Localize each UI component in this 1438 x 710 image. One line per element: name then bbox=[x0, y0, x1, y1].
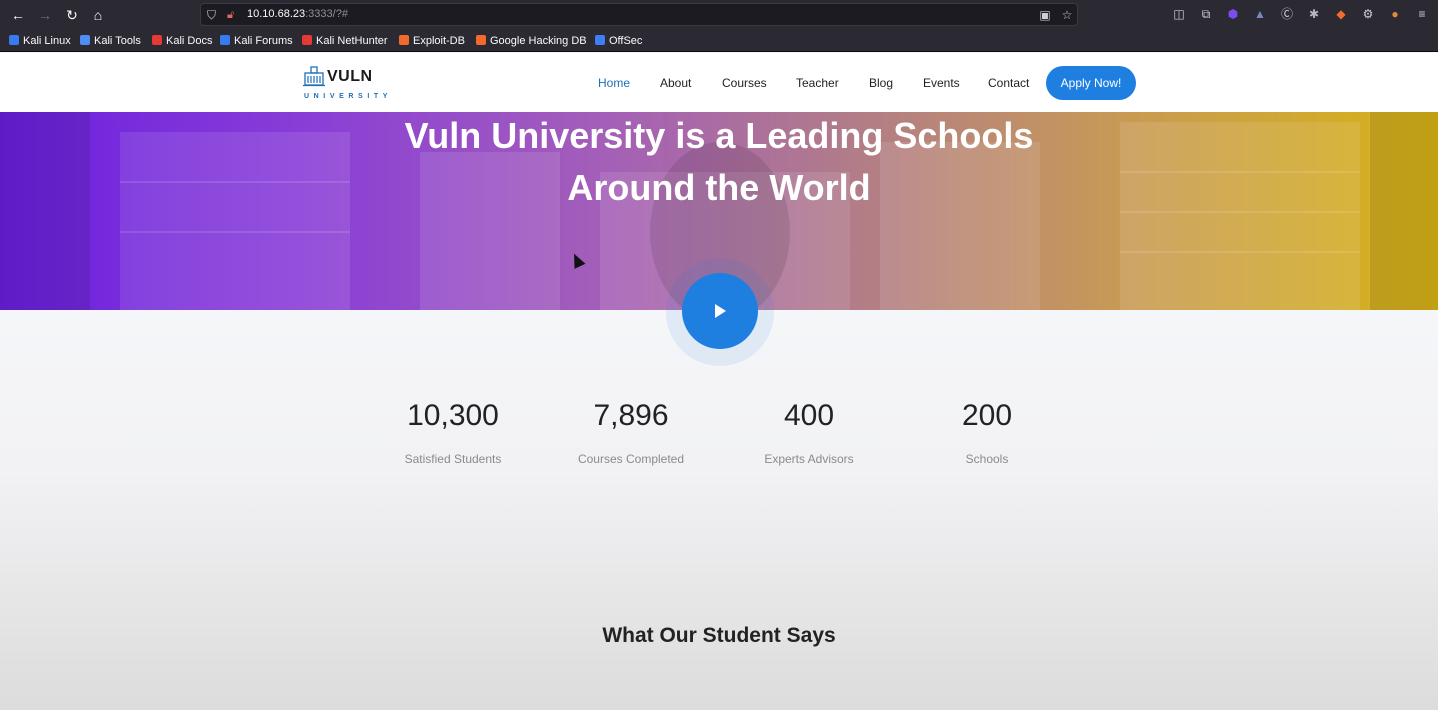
bookmark-kali-docs[interactable]: Kali Docs bbox=[152, 34, 212, 48]
play-video-button[interactable] bbox=[682, 273, 758, 349]
hero-title: Vuln University is a Leading Schools Aro… bbox=[0, 112, 1438, 214]
site-logo[interactable]: VULN UNIVERSITY bbox=[303, 63, 393, 103]
translate-icon[interactable]: ▣ bbox=[1037, 7, 1053, 23]
url-text[interactable]: 10.10.68.23:3333/?# bbox=[247, 8, 348, 20]
bookmark-label: Exploit-DB bbox=[413, 35, 465, 47]
extension-gear-icon[interactable]: ⚙ bbox=[1359, 5, 1377, 23]
ghdb-icon bbox=[476, 35, 486, 45]
bookmark-kali-nethunter[interactable]: Kali NetHunter bbox=[302, 34, 388, 48]
extension-hexagon-icon[interactable]: ⬢ bbox=[1224, 5, 1242, 23]
shield-icon[interactable]: ⛉ bbox=[207, 7, 221, 23]
bookmark-label: Kali NetHunter bbox=[316, 35, 388, 47]
back-icon[interactable]: ← bbox=[8, 5, 28, 25]
kali-forums-icon bbox=[220, 35, 230, 45]
bookmark-label: Kali Docs bbox=[166, 35, 213, 47]
stat-satisfied-students: 10,300 Satisfied Students bbox=[373, 396, 533, 466]
offsec-icon bbox=[595, 35, 605, 45]
insecure-lock-icon[interactable]: 🔓︎ bbox=[227, 7, 239, 23]
nethunter-icon bbox=[302, 35, 312, 45]
stat-number: 200 bbox=[961, 399, 1013, 432]
nav-events[interactable]: Events bbox=[923, 76, 960, 90]
bookmark-offsec[interactable]: OffSec bbox=[595, 34, 642, 48]
stat-label: Experts Advisors bbox=[764, 452, 854, 466]
logo-subtitle: UNIVERSITY bbox=[304, 93, 393, 100]
address-bar[interactable]: ⛉ 🔓︎ 10.10.68.23:3333/?# ▣ ☆ bbox=[200, 3, 1078, 26]
stats-section: 10,300 Satisfied Students 7,896 Courses … bbox=[0, 310, 1438, 710]
home-icon[interactable]: ⌂ bbox=[88, 5, 108, 25]
testimonials-heading: What Our Student Says bbox=[602, 624, 836, 647]
menu-icon[interactable]: ≡ bbox=[1413, 5, 1431, 23]
kali-tools-icon bbox=[80, 35, 90, 45]
extension-ghost-icon[interactable]: ▲ bbox=[1251, 5, 1269, 23]
stat-number: 400 bbox=[783, 399, 835, 432]
extension-fox-icon[interactable]: ◆ bbox=[1332, 5, 1350, 23]
kali-docs-icon bbox=[152, 35, 162, 45]
bookmarks-bar: Kali Linux Kali Tools Kali Docs Kali For… bbox=[0, 29, 1438, 52]
pocket-icon[interactable]: ◫ bbox=[1170, 5, 1188, 23]
reload-icon[interactable]: ↻ bbox=[62, 5, 82, 25]
nav-teacher[interactable]: Teacher bbox=[796, 76, 839, 90]
forward-icon[interactable]: → bbox=[35, 5, 55, 25]
extension-puzzle-icon[interactable]: ✱ bbox=[1305, 5, 1323, 23]
kali-dragon-icon bbox=[9, 35, 19, 45]
bookmark-google-hacking-db[interactable]: Google Hacking DB bbox=[476, 34, 587, 48]
stat-label: Schools bbox=[965, 452, 1009, 466]
exploit-db-icon bbox=[399, 35, 409, 45]
hero-title-line1: Vuln University is a Leading Schools bbox=[404, 115, 1034, 156]
stat-schools: 200 Schools bbox=[907, 396, 1067, 466]
apply-now-button[interactable]: Apply Now! bbox=[1046, 66, 1136, 100]
bookmark-kali-linux[interactable]: Kali Linux bbox=[9, 34, 71, 48]
bookmark-kali-forums[interactable]: Kali Forums bbox=[220, 34, 293, 48]
stat-label: Satisfied Students bbox=[404, 452, 502, 466]
bookmark-label: Kali Forums bbox=[234, 35, 293, 47]
nav-contact[interactable]: Contact bbox=[988, 76, 1029, 90]
bookmark-label: OffSec bbox=[609, 35, 643, 47]
stat-courses-completed: 7,896 Courses Completed bbox=[551, 396, 711, 466]
extension-c-icon[interactable]: Ⓒ bbox=[1278, 5, 1296, 23]
stat-experts-advisors: 400 Experts Advisors bbox=[729, 396, 889, 466]
browser-toolbar: ← → ↻ ⌂ ⛉ 🔓︎ 10.10.68.23:3333/?# ▣ ☆ ◫ ⧉… bbox=[0, 0, 1438, 29]
bookmark-star-icon[interactable]: ☆ bbox=[1059, 7, 1075, 23]
bookmark-label: Kali Tools bbox=[94, 35, 141, 47]
hero-title-line2: Around the World bbox=[567, 167, 871, 208]
stat-label: Courses Completed bbox=[577, 452, 685, 466]
url-host: 10.10.68.23 bbox=[247, 8, 306, 20]
university-building-icon bbox=[303, 66, 325, 87]
url-path: :3333/?# bbox=[305, 8, 348, 20]
bookmark-label: Google Hacking DB bbox=[490, 35, 587, 47]
site-header: VULN UNIVERSITY Home About Courses Teach… bbox=[0, 53, 1438, 112]
extension-cookie-icon[interactable]: ● bbox=[1386, 5, 1404, 23]
extensions-icon[interactable]: ⧉ bbox=[1197, 5, 1215, 23]
stat-number: 10,300 bbox=[407, 399, 499, 432]
bookmark-kali-tools[interactable]: Kali Tools bbox=[80, 34, 141, 48]
bookmark-exploit-db[interactable]: Exploit-DB bbox=[399, 34, 465, 48]
stat-number: 7,896 bbox=[593, 399, 669, 432]
nav-home[interactable]: Home bbox=[598, 76, 630, 90]
nav-courses[interactable]: Courses bbox=[722, 76, 767, 90]
nav-about[interactable]: About bbox=[660, 76, 691, 90]
nav-blog[interactable]: Blog bbox=[869, 76, 893, 90]
play-icon bbox=[715, 304, 726, 318]
bookmark-label: Kali Linux bbox=[23, 35, 71, 47]
logo-wordmark: VULN bbox=[327, 68, 373, 85]
